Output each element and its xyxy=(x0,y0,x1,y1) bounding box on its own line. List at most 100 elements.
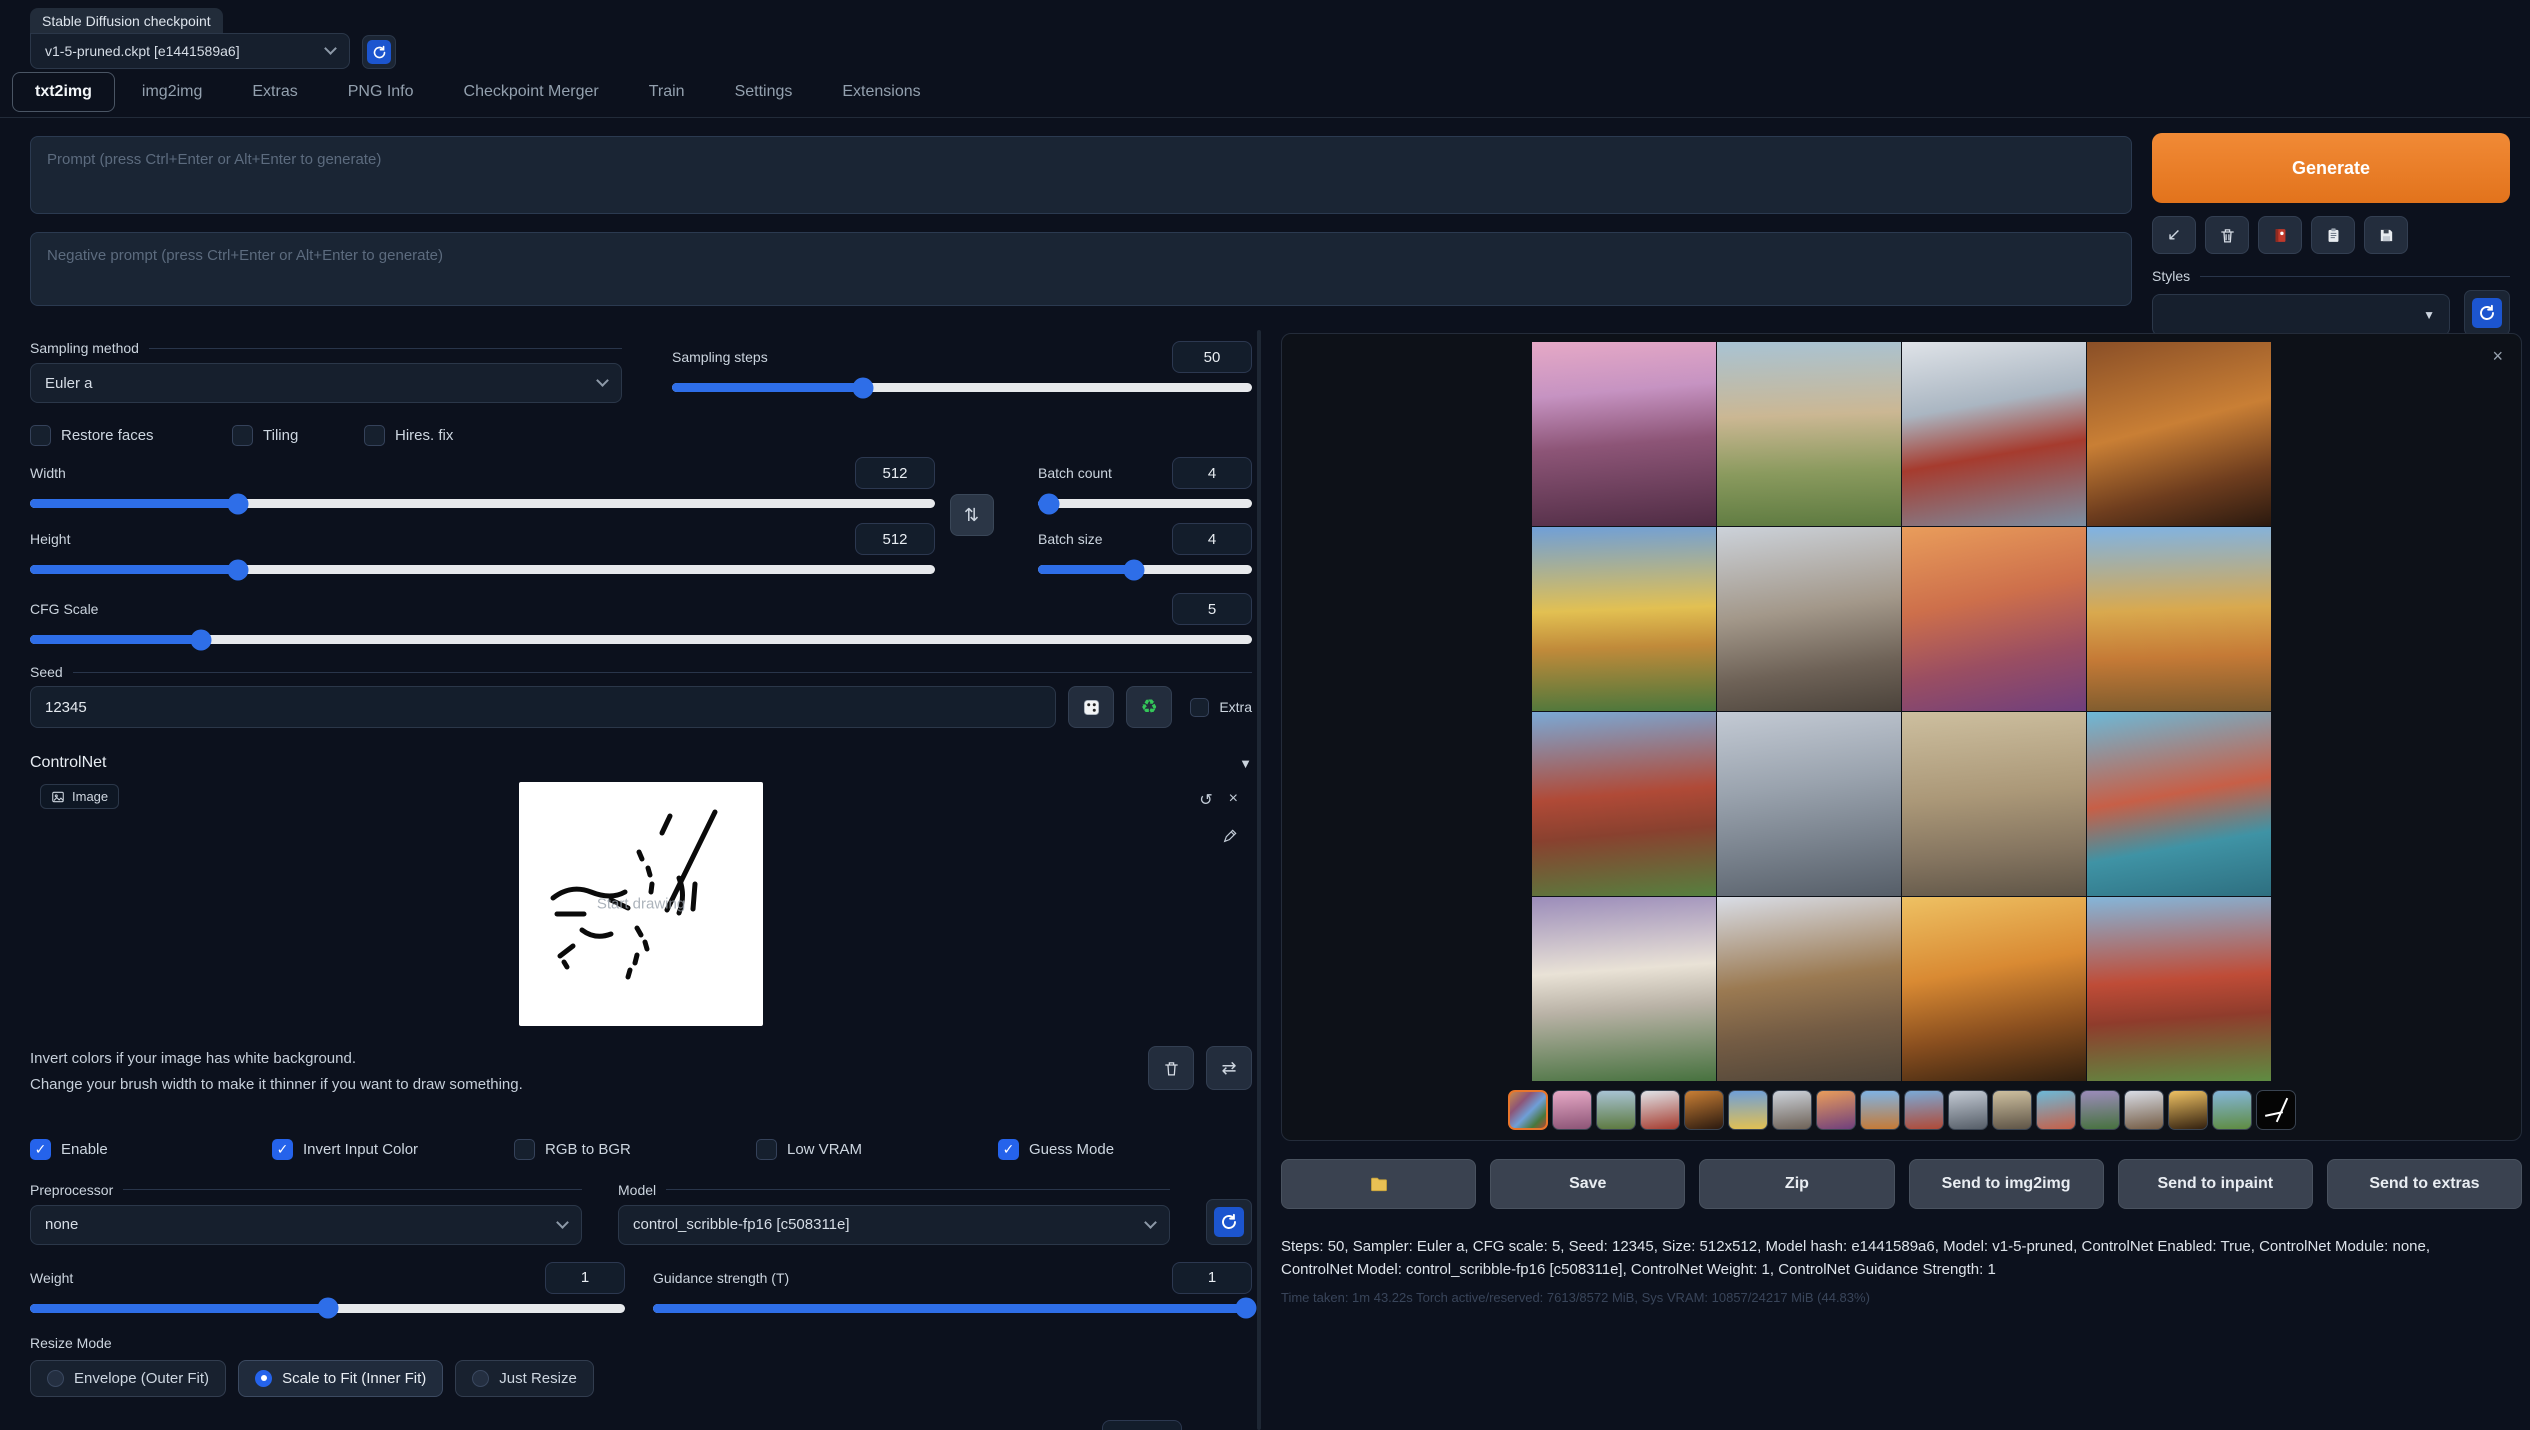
brush-icon[interactable] xyxy=(1222,828,1238,844)
slider-knob[interactable] xyxy=(317,1298,338,1319)
gallery-thumbnail[interactable] xyxy=(2256,1090,2296,1130)
slider-knob[interactable] xyxy=(1038,493,1059,514)
guidance-strength-slider[interactable] xyxy=(653,1304,1252,1313)
batch-count-slider[interactable] xyxy=(1038,499,1252,508)
gallery-thumbnail[interactable] xyxy=(2036,1090,2076,1130)
paste-params-button[interactable] xyxy=(2311,216,2355,254)
guess-mode-checkbox[interactable]: ✓ Guess Mode xyxy=(998,1139,1240,1160)
gallery-image[interactable] xyxy=(1717,527,1901,711)
negative-prompt-input[interactable] xyxy=(31,233,2131,305)
tab-extensions[interactable]: Extensions xyxy=(819,72,943,112)
resize-envelope-radio[interactable]: Envelope (Outer Fit) xyxy=(30,1360,226,1397)
gallery-thumbnail[interactable] xyxy=(1992,1090,2032,1130)
rgb-to-bgr-checkbox[interactable]: ✓ RGB to BGR xyxy=(514,1139,756,1160)
slider-knob[interactable] xyxy=(1124,559,1145,580)
slider-knob[interactable] xyxy=(228,559,249,580)
gallery-thumbnail[interactable] xyxy=(1640,1090,1680,1130)
guidance-strength-value[interactable]: 1 xyxy=(1172,1262,1252,1294)
open-folder-button[interactable] xyxy=(1281,1159,1476,1209)
controlnet-sketch-canvas[interactable]: Start drawing xyxy=(519,782,763,1026)
gallery-image[interactable] xyxy=(2087,897,2271,1081)
prompt-style-apply-button[interactable] xyxy=(2258,216,2302,254)
undo-icon[interactable]: ↺ xyxy=(1199,790,1212,810)
random-seed-button[interactable] xyxy=(1068,686,1114,728)
width-value[interactable]: 512 xyxy=(855,457,935,489)
weight-slider[interactable] xyxy=(30,1304,625,1313)
save-style-button[interactable] xyxy=(2364,216,2408,254)
slider-knob[interactable] xyxy=(1236,1298,1257,1319)
gallery-thumbnail[interactable] xyxy=(2168,1090,2208,1130)
gallery-thumbnail[interactable] xyxy=(1684,1090,1724,1130)
gallery-thumbnail[interactable] xyxy=(1904,1090,1944,1130)
extra-seed-checkbox[interactable]: ✓ Extra xyxy=(1190,698,1252,717)
batch-size-value[interactable]: 4 xyxy=(1172,523,1252,555)
controlnet-image-tab[interactable]: Image xyxy=(40,784,119,809)
styles-dropdown[interactable]: ▼ xyxy=(2152,294,2450,336)
clear-canvas-button[interactable] xyxy=(1148,1046,1194,1090)
gallery-image[interactable] xyxy=(1717,342,1901,526)
tab-txt2img[interactable]: txt2img xyxy=(12,72,115,112)
resize-just-resize-radio[interactable]: Just Resize xyxy=(455,1360,594,1397)
gallery-thumbnail[interactable] xyxy=(1728,1090,1768,1130)
gallery-image[interactable] xyxy=(2087,342,2271,526)
restore-faces-checkbox[interactable]: ✓ Restore faces xyxy=(30,425,232,446)
checkpoint-refresh-button[interactable] xyxy=(362,35,396,69)
tab-extras[interactable]: Extras xyxy=(229,72,320,112)
gallery-image[interactable] xyxy=(1717,897,1901,1081)
slider-knob[interactable] xyxy=(853,377,874,398)
gallery-image[interactable] xyxy=(1532,712,1716,896)
cfg-scale-slider[interactable] xyxy=(30,635,1252,644)
tab-img2img[interactable]: img2img xyxy=(119,72,225,112)
gallery-image[interactable] xyxy=(1902,342,2086,526)
tab-checkpoint-merger[interactable]: Checkpoint Merger xyxy=(441,72,622,112)
save-button[interactable]: Save xyxy=(1490,1159,1685,1209)
gallery-thumbnail[interactable] xyxy=(2124,1090,2164,1130)
send-to-extras-button[interactable]: Send to extras xyxy=(2327,1159,2522,1209)
model-refresh-button[interactable] xyxy=(1206,1199,1252,1245)
invert-input-color-checkbox[interactable]: ✓ Invert Input Color xyxy=(272,1139,514,1160)
height-slider[interactable] xyxy=(30,565,935,574)
prompt-input[interactable] xyxy=(31,137,2131,213)
styles-refresh-button[interactable] xyxy=(2464,290,2510,336)
cfg-scale-value[interactable]: 5 xyxy=(1172,593,1252,625)
clear-image-icon[interactable]: × xyxy=(1229,790,1238,810)
gallery-thumbnail[interactable] xyxy=(1860,1090,1900,1130)
controlnet-header[interactable]: ControlNet ▼ xyxy=(30,754,1252,772)
clear-prompt-button[interactable] xyxy=(2205,216,2249,254)
close-gallery-icon[interactable]: × xyxy=(2492,346,2503,367)
gallery-thumbnail[interactable] xyxy=(2212,1090,2252,1130)
enable-checkbox[interactable]: ✓ Enable xyxy=(30,1139,272,1160)
slider-knob[interactable] xyxy=(228,493,249,514)
gallery-thumbnail[interactable] xyxy=(1816,1090,1856,1130)
controlnet-model-dropdown[interactable]: control_scribble-fp16 [c508311e] xyxy=(618,1205,1170,1245)
reuse-seed-button[interactable]: ♻ xyxy=(1126,686,1172,728)
gallery-image[interactable] xyxy=(2087,527,2271,711)
batch-count-value[interactable]: 4 xyxy=(1172,457,1252,489)
gallery-thumbnail[interactable] xyxy=(1948,1090,1988,1130)
hires-fix-checkbox[interactable]: ✓ Hires. fix xyxy=(364,425,453,446)
gallery-thumbnail[interactable] xyxy=(1552,1090,1592,1130)
low-vram-checkbox[interactable]: ✓ Low VRAM xyxy=(756,1139,998,1160)
gallery-image[interactable] xyxy=(1902,897,2086,1081)
tab-png-info[interactable]: PNG Info xyxy=(325,72,437,112)
transfer-button[interactable]: ⇄ xyxy=(1206,1046,1252,1090)
height-value[interactable]: 512 xyxy=(855,523,935,555)
generate-button[interactable]: Generate xyxy=(2152,133,2510,203)
resize-scale-to-fit-radio[interactable]: Scale to Fit (Inner Fit) xyxy=(238,1360,443,1397)
zip-button[interactable]: Zip xyxy=(1699,1159,1894,1209)
batch-size-slider[interactable] xyxy=(1038,565,1252,574)
swap-width-height-button[interactable]: ⇅ xyxy=(950,494,994,536)
tiling-checkbox[interactable]: ✓ Tiling xyxy=(232,425,364,446)
sampling-steps-value[interactable]: 50 xyxy=(1172,341,1252,373)
preprocessor-dropdown[interactable]: none xyxy=(30,1205,582,1245)
sampling-steps-slider[interactable] xyxy=(672,383,1252,392)
gallery-thumbnail[interactable] xyxy=(2080,1090,2120,1130)
checkpoint-dropdown[interactable]: v1-5-pruned.ckpt [e1441589a6] xyxy=(30,33,350,69)
send-to-img2img-button[interactable]: Send to img2img xyxy=(1909,1159,2104,1209)
weight-value[interactable]: 1 xyxy=(545,1262,625,1294)
seed-input[interactable] xyxy=(30,686,1056,728)
gallery-image[interactable] xyxy=(1532,527,1716,711)
gallery-thumbnail[interactable] xyxy=(1772,1090,1812,1130)
canvas-width-value[interactable]: 512 xyxy=(1102,1420,1182,1430)
tab-settings[interactable]: Settings xyxy=(712,72,816,112)
